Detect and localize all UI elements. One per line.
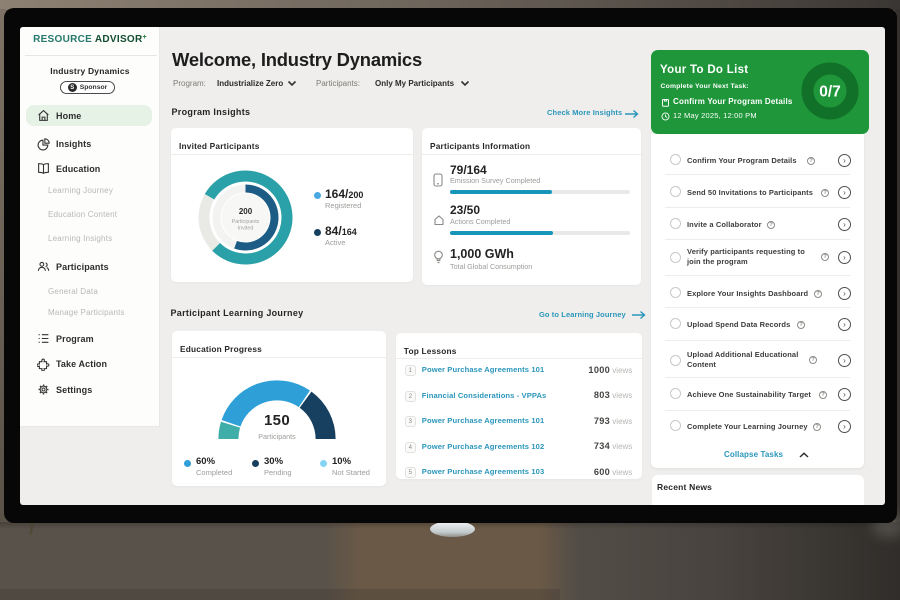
svg-text:0/7: 0/7 [819, 84, 841, 101]
svg-text:Participants: Participants [232, 219, 260, 225]
svg-text:200: 200 [239, 207, 253, 216]
svg-text:Invited: Invited [238, 226, 254, 232]
